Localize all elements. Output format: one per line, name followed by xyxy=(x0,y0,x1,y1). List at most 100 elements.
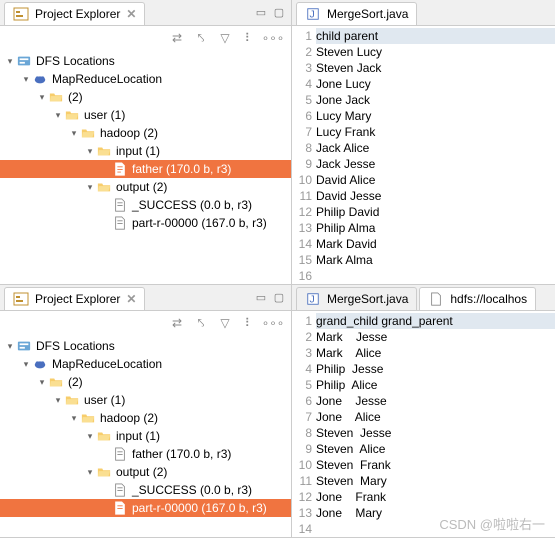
tree-row-dfs[interactable]: ▾DFS Locations xyxy=(0,52,291,70)
file-icon xyxy=(112,215,128,231)
tree-row[interactable]: ▾user (1) xyxy=(0,391,291,409)
code-line: grand_child grand_parent xyxy=(316,313,555,329)
collapse-all-icon[interactable]: ⇄ xyxy=(169,315,185,331)
close-icon[interactable]: ✕ xyxy=(126,7,136,21)
editor-tab-hdfs[interactable]: hdfs://localhos xyxy=(419,287,536,310)
code-line: Jone Lucy xyxy=(316,76,555,92)
code-line: Lucy Mary xyxy=(316,108,555,124)
code-area[interactable]: 1234567891011121314 grand_child grand_pa… xyxy=(292,311,555,537)
maximize-icon[interactable]: ▢ xyxy=(271,5,287,21)
editor-tab-label: hdfs://localhos xyxy=(450,292,527,306)
code-line: child parent xyxy=(316,28,555,44)
file-icon xyxy=(112,197,128,213)
tree-row[interactable]: ▾hadoop (2) xyxy=(0,124,291,142)
minimize-icon[interactable]: ▭ xyxy=(253,290,269,306)
tree: ▾DFS Locations ▾MapReduceLocation ▾(2) ▾… xyxy=(0,50,291,240)
code-line: Steven Frank xyxy=(316,457,555,473)
tree-row[interactable]: ▾input (1) xyxy=(0,427,291,445)
code-line: Philip Alma xyxy=(316,220,555,236)
project-explorer-tab[interactable]: Project Explorer ✕ xyxy=(4,2,145,25)
watermark: CSDN @啦啦右一 xyxy=(439,514,545,533)
view-menu-icon[interactable]: ⠇ xyxy=(241,315,257,331)
folder-open-icon xyxy=(64,107,80,123)
close-icon[interactable]: ✕ xyxy=(126,292,136,306)
code-line: Philip David xyxy=(316,204,555,220)
file-icon xyxy=(428,291,444,307)
code-line: Mark Alice xyxy=(316,345,555,361)
code-line: Steven Alice xyxy=(316,441,555,457)
editor-tab-label: MergeSort.java xyxy=(327,7,408,21)
folder-open-icon xyxy=(80,410,96,426)
editor-tab-bar: J MergeSort.java xyxy=(292,0,555,26)
code-line: Jone Jack xyxy=(316,92,555,108)
code-line: Jack Jesse xyxy=(316,156,555,172)
tree-row-location[interactable]: ▾MapReduceLocation xyxy=(0,355,291,373)
tree-row-selected[interactable]: part-r-00000 (167.0 b, r3) xyxy=(0,499,291,517)
tree-row[interactable]: ▾input (1) xyxy=(0,142,291,160)
tree-row[interactable]: _SUCCESS (0.0 b, r3) xyxy=(0,481,291,499)
folder-open-icon xyxy=(80,125,96,141)
code-line: David Jesse xyxy=(316,188,555,204)
tree-row[interactable]: ▾output (2) xyxy=(0,463,291,481)
java-icon: J xyxy=(305,6,321,22)
folder-open-icon xyxy=(96,428,112,444)
code-line: Mark Alma xyxy=(316,252,555,268)
more-icon[interactable]: ∘∘∘ xyxy=(265,30,281,46)
svg-text:J: J xyxy=(310,294,315,306)
java-icon: J xyxy=(305,291,321,307)
file-icon xyxy=(112,446,128,462)
project-explorer-label: Project Explorer xyxy=(35,292,120,306)
explorer-tab-bar: Project Explorer ✕ ▭ ▢ xyxy=(0,0,291,26)
code-line: Jone Frank xyxy=(316,489,555,505)
explorer-toolbar: ⇄ ⤣ ▽ ⠇ ∘∘∘ xyxy=(0,311,291,335)
tree-row[interactable]: ▾(2) xyxy=(0,88,291,106)
minimize-icon[interactable]: ▭ xyxy=(253,5,269,21)
tree-row[interactable]: part-r-00000 (167.0 b, r3) xyxy=(0,214,291,232)
maximize-icon[interactable]: ▢ xyxy=(271,290,287,306)
tree-row[interactable]: father (170.0 b, r3) xyxy=(0,445,291,463)
file-icon xyxy=(112,482,128,498)
code-area[interactable]: 12345678910111213141516 child parentStev… xyxy=(292,26,555,284)
view-menu-icon[interactable]: ⠇ xyxy=(241,30,257,46)
svg-text:J: J xyxy=(310,9,315,21)
tree-row[interactable]: ▾user (1) xyxy=(0,106,291,124)
code-line: Lucy Frank xyxy=(316,124,555,140)
code-line: Jone Alice xyxy=(316,409,555,425)
link-editor-icon[interactable]: ⤣ xyxy=(193,30,209,46)
code-line: Jack Alice xyxy=(316,140,555,156)
code-line: Mark David xyxy=(316,236,555,252)
dfs-icon xyxy=(16,53,32,69)
file-icon xyxy=(112,161,128,177)
code-line xyxy=(316,268,555,284)
tree-row-selected[interactable]: father (170.0 b, r3) xyxy=(0,160,291,178)
tree-row[interactable]: ▾output (2) xyxy=(0,178,291,196)
code-line: Philip Jesse xyxy=(316,361,555,377)
code-line: Mark Jesse xyxy=(316,329,555,345)
link-editor-icon[interactable]: ⤣ xyxy=(193,315,209,331)
project-explorer-tab[interactable]: Project Explorer ✕ xyxy=(4,287,145,310)
tree-row-dfs[interactable]: ▾DFS Locations xyxy=(0,337,291,355)
folder-open-icon xyxy=(48,89,64,105)
collapse-all-icon[interactable]: ⇄ xyxy=(169,30,185,46)
folder-open-icon xyxy=(48,374,64,390)
tree: ▾DFS Locations ▾MapReduceLocation ▾(2) ▾… xyxy=(0,335,291,525)
editor-tab-bar: J MergeSort.java hdfs://localhos xyxy=(292,285,555,311)
elephant-icon xyxy=(32,356,48,372)
tree-row[interactable]: ▾(2) xyxy=(0,373,291,391)
editor-tab[interactable]: J MergeSort.java xyxy=(296,2,417,25)
tree-row[interactable]: _SUCCESS (0.0 b, r3) xyxy=(0,196,291,214)
editor-tab[interactable]: J MergeSort.java xyxy=(296,287,417,310)
elephant-icon xyxy=(32,71,48,87)
tree-row[interactable]: ▾hadoop (2) xyxy=(0,409,291,427)
filter-icon[interactable]: ▽ xyxy=(217,30,233,46)
more-icon[interactable]: ∘∘∘ xyxy=(265,315,281,331)
explorer-icon xyxy=(13,6,29,22)
dfs-icon xyxy=(16,338,32,354)
filter-icon[interactable]: ▽ xyxy=(217,315,233,331)
tree-row-location[interactable]: ▾MapReduceLocation xyxy=(0,70,291,88)
folder-open-icon xyxy=(64,392,80,408)
folder-open-icon xyxy=(96,464,112,480)
explorer-tab-bar: Project Explorer ✕ ▭ ▢ xyxy=(0,285,291,311)
code-line: Philip Alice xyxy=(316,377,555,393)
file-icon xyxy=(112,500,128,516)
